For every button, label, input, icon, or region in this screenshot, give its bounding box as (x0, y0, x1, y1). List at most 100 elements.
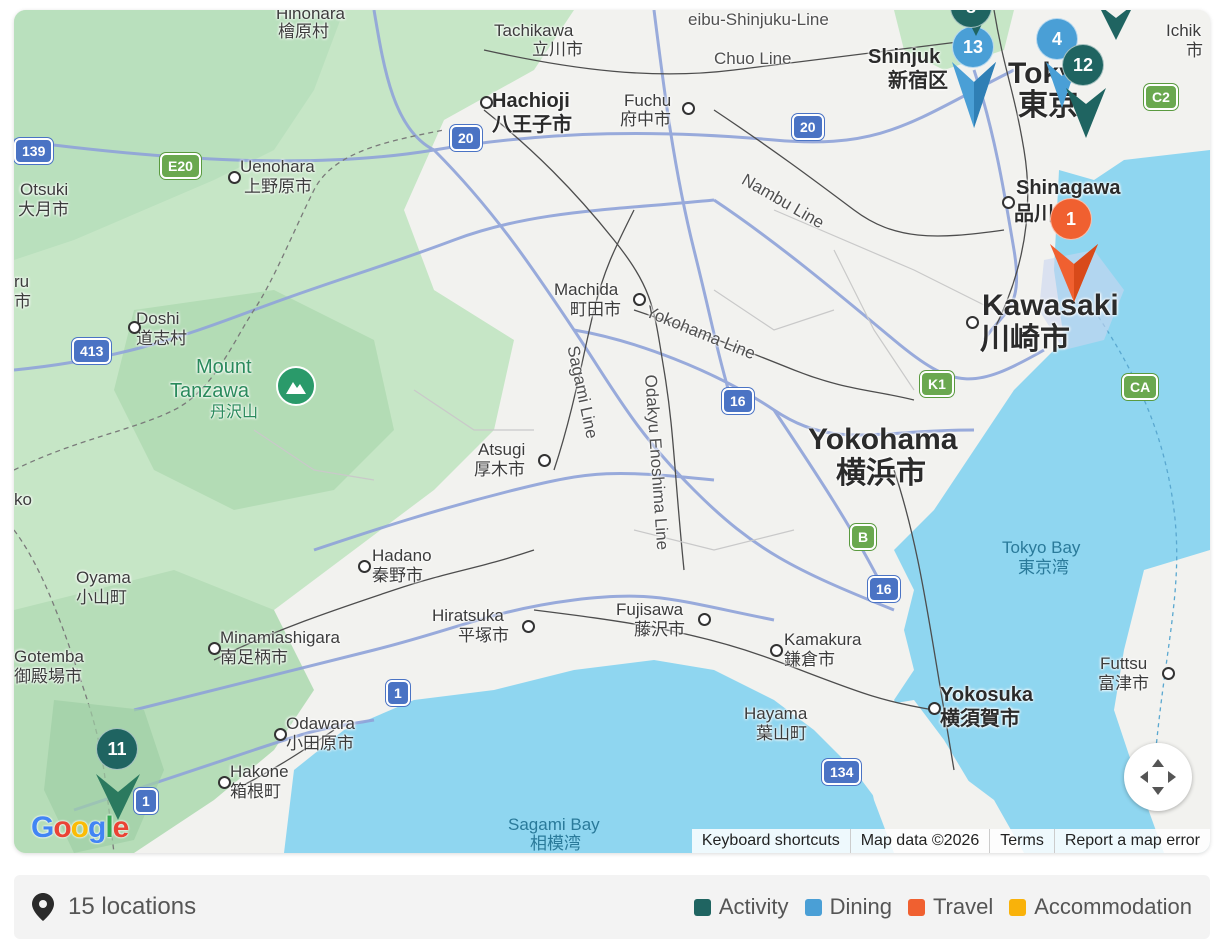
place-ko: ko (14, 490, 32, 509)
location-count-text: 15 locations (68, 893, 197, 920)
place-gotemba-jp: 御殿場市 (14, 667, 82, 686)
place-ru-jp: 市 (14, 292, 31, 311)
place-hachioji: Hachioji (492, 90, 570, 112)
place-machida-jp: 町田市 (570, 300, 621, 319)
locations-summary-bar: 15 locations Activity Dining Travel Acco… (14, 875, 1210, 939)
route-shield-139: 139 (14, 138, 54, 164)
route-shield-16a: 16 (722, 388, 754, 414)
city-dot-machida (633, 293, 646, 306)
legend-swatch-activity (693, 898, 711, 916)
place-hachioji-jp: 八王子市 (492, 114, 572, 136)
place-sagami-bay-jp: 相模湾 (530, 834, 581, 853)
legend-item-dining: Dining (804, 894, 892, 920)
place-yokosuka: Yokosuka (940, 684, 1033, 706)
city-dot-hakone (218, 776, 231, 789)
city-dot-hadano (358, 560, 371, 573)
legend-label-activity: Activity (718, 894, 789, 919)
location-count: 15 locations (32, 893, 196, 921)
route-shield-20b: 20 (792, 114, 824, 140)
legend-swatch-dining (804, 898, 822, 916)
place-yokohama: Yokohama (808, 423, 958, 456)
place-fuchu: Fuchu (624, 91, 672, 110)
place-odawara-jp: 小田原市 (286, 734, 354, 753)
city-dot-minamiashigara (208, 642, 221, 655)
city-dot-futtsu (1162, 667, 1175, 680)
place-tokyo-bay-jp: 東京湾 (1018, 558, 1069, 577)
place-ichikawa: Ichik (1166, 21, 1201, 40)
map-view[interactable]: Hinohara 檜原村 Tachikawa 立川市 Hachioji 八王子市… (14, 10, 1210, 853)
place-kamakura-jp: 鎌倉市 (784, 650, 835, 669)
place-machida: Machida (554, 280, 619, 299)
route-shield-20a: 20 (450, 125, 482, 151)
city-dot-yokosuka (928, 702, 941, 715)
map-base[interactable] (14, 10, 1210, 853)
place-minamiashigara-jp: 南足柄市 (220, 648, 288, 667)
place-odawara: Odawara (286, 714, 355, 733)
place-fuchu-jp: 府中市 (620, 110, 671, 129)
place-yokohama-jp: 横浜市 (836, 457, 926, 490)
legend-label-accommodation: Accommodation (1034, 894, 1192, 919)
place-ichikawa-jp: 市 (1186, 41, 1203, 60)
marker-activity-11[interactable]: 11 (96, 728, 138, 770)
place-hakone: Hakone (230, 762, 289, 781)
place-gotemba: Gotemba (14, 647, 84, 666)
place-mount-tanzawa: Mount (196, 356, 252, 378)
place-shinagawa-jp: 品川 (1014, 203, 1054, 225)
city-dot-kamakura (770, 644, 783, 657)
recenter-button[interactable] (1124, 743, 1192, 811)
city-dot-doshi (128, 321, 141, 334)
place-otsuki-jp: 大月市 (18, 200, 69, 219)
place-mount-tanzawa-2: Tanzawa (170, 380, 249, 402)
route-shield-b: B (850, 524, 877, 550)
place-hayama-jp: 葉山町 (756, 724, 807, 743)
mountain-icon[interactable] (276, 366, 316, 406)
city-dot-uenohara (228, 171, 241, 184)
dining-pin-arrow-icon (952, 62, 996, 128)
line-seibu-shinjuku: eibu-Shinjuku-Line (688, 10, 829, 29)
place-tokyo-bay: Tokyo Bay (1002, 538, 1081, 557)
legend-label-dining: Dining (829, 894, 892, 919)
route-shield-134: 134 (822, 759, 862, 785)
place-uenohara-jp: 上野原市 (244, 177, 312, 196)
map-data-text: Map data ©2026 (849, 829, 990, 853)
place-atsugi: Atsugi (478, 440, 526, 459)
google-logo: Google (31, 811, 129, 844)
expand-arrows-icon (1140, 759, 1176, 795)
city-dot-hiratsuka (522, 620, 535, 633)
place-uenohara: Uenohara (240, 157, 315, 176)
route-shield-e20: E20 (160, 153, 201, 179)
place-yokosuka-jp: 横須賀市 (940, 708, 1020, 730)
place-kamakura: Kamakura (784, 630, 862, 649)
city-dot-shinagawa (1002, 196, 1015, 209)
place-sagami-bay: Sagami Bay (508, 815, 600, 834)
place-hakone-jp: 箱根町 (230, 782, 281, 801)
place-hadano: Hadano (372, 546, 432, 565)
marker-activity-12[interactable]: 12 (1062, 44, 1104, 86)
keyboard-shortcuts-link[interactable]: Keyboard shortcuts (692, 829, 850, 853)
place-oyama: Oyama (76, 568, 131, 587)
place-hinohara-jp: 檜原村 (278, 22, 329, 41)
legend-item-travel: Travel (907, 894, 994, 920)
report-error-link[interactable]: Report a map error (1053, 829, 1210, 853)
legend-item-activity: Activity (693, 894, 789, 920)
legend-label-travel: Travel (932, 894, 994, 919)
place-ru: ru (14, 272, 30, 291)
marker-travel-1[interactable]: 1 (1050, 198, 1092, 240)
place-hiratsuka: Hiratsuka (432, 606, 504, 625)
activity-pin-arrow-icon-2 (1066, 88, 1106, 138)
place-atsugi-jp: 厚木市 (474, 460, 525, 479)
line-chuo: Chuo Line (714, 49, 792, 68)
place-fujisawa: Fujisawa (616, 600, 684, 619)
activity-pin-arrow-icon-3 (1101, 10, 1131, 40)
place-oyama-jp: 小山町 (76, 588, 127, 607)
map-pin-icon (32, 893, 54, 921)
place-tachikawa-jp: 立川市 (532, 40, 583, 59)
place-shinjuku-jp: 新宿区 (888, 70, 948, 92)
legend-item-accommodation: Accommodation (1009, 894, 1192, 920)
terms-link[interactable]: Terms (989, 829, 1054, 853)
place-shinjuku: Shinjuk (868, 46, 941, 68)
legend-swatch-travel (907, 898, 925, 916)
place-futtsu-jp: 富津市 (1098, 674, 1149, 693)
place-doshi-jp: 道志村 (136, 329, 187, 348)
place-kawasaki-jp: 川崎市 (980, 323, 1070, 356)
